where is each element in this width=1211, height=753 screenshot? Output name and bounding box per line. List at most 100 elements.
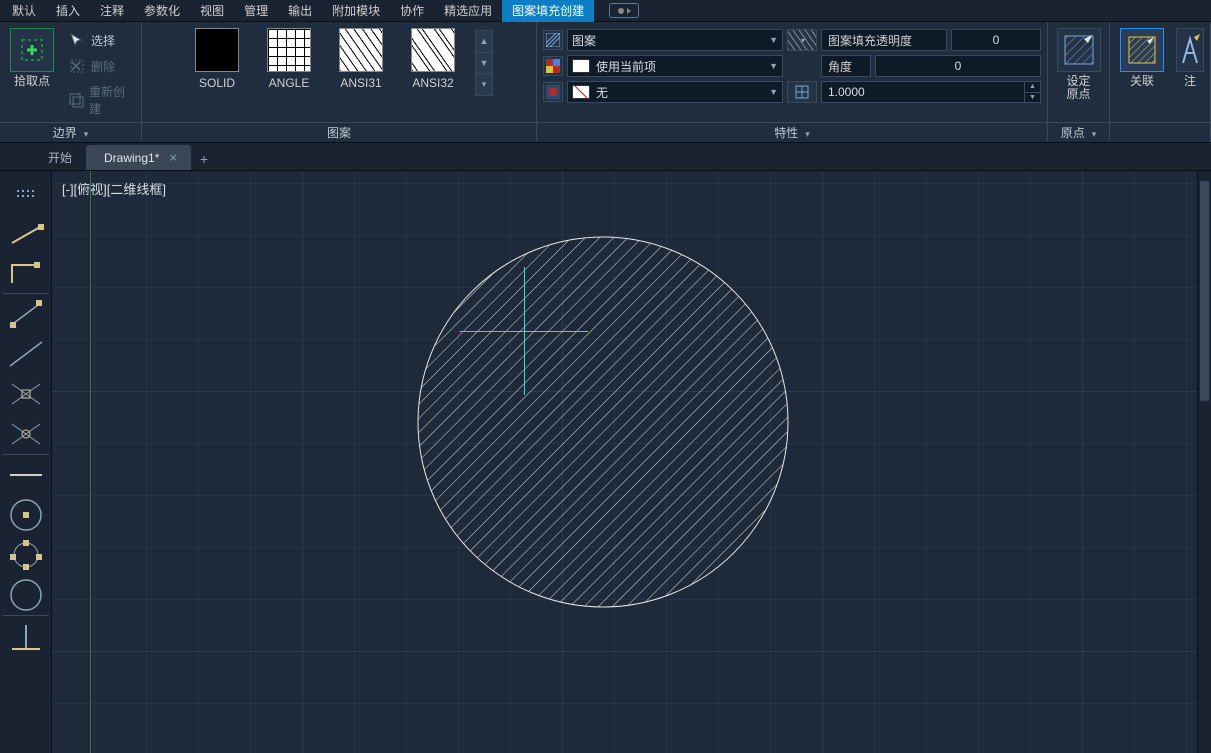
annotative-button[interactable]: 注 — [1172, 26, 1204, 90]
hatch-type-value: 图案 — [572, 32, 596, 49]
hatch-type-dropdown[interactable]: 图案▼ — [567, 29, 783, 51]
delete-icon — [68, 57, 86, 75]
drawing-canvas[interactable]: [-][俯视][二维线框] — [52, 171, 1211, 753]
hatched-circle[interactable] — [417, 236, 789, 608]
tab-drawing1-label: Drawing1* — [104, 151, 159, 165]
y-axis — [90, 171, 91, 753]
angle-text: 0 — [955, 59, 962, 73]
panel-origin-title: 原点 — [1061, 124, 1085, 141]
pick-points-label: 拾取点 — [14, 75, 50, 88]
palette-grip[interactable] — [2, 173, 50, 213]
angle-value[interactable]: 0 — [875, 55, 1041, 77]
swatch-ansi31-label: ANSI31 — [340, 76, 381, 90]
hatch-color-dropdown[interactable]: 使用当前项▼ — [567, 55, 783, 77]
palette-polygon[interactable] — [2, 535, 50, 575]
palette-line[interactable] — [2, 213, 50, 253]
scale-value[interactable]: 1.0000 ▲▼ — [821, 81, 1041, 103]
document-tabs: 开始 Drawing1* × + — [0, 143, 1211, 171]
palette-circle-center[interactable] — [2, 495, 50, 535]
properties-expand-icon[interactable] — [802, 126, 810, 140]
viewport-label[interactable]: [-][俯视][二维线框] — [62, 179, 166, 198]
palette-extend[interactable] — [2, 414, 50, 454]
set-origin-label: 设定 原点 — [1066, 75, 1090, 101]
tab-start-label: 开始 — [48, 149, 72, 166]
recreate-boundary-button[interactable]: 重新创建 — [62, 80, 135, 120]
tab-close-button[interactable]: × — [169, 150, 177, 165]
ribbon: 拾取点 选择 删除 重新创建 边界 — [0, 22, 1211, 143]
swatch-angle[interactable]: ANGLE — [255, 26, 323, 92]
annotative-label: 注 — [1184, 75, 1196, 88]
pattern-scroll-down[interactable]: ▼ — [476, 53, 492, 75]
menu-hatch-creation[interactable]: 图案填充创建 — [502, 0, 594, 22]
tab-drawing1[interactable]: Drawing1* × — [86, 145, 191, 170]
swatch-ansi32-label: ANSI32 — [412, 76, 453, 90]
palette-circle[interactable] — [2, 575, 50, 615]
scrollbar-thumb[interactable] — [1200, 181, 1209, 401]
boundary-expand-icon[interactable] — [81, 126, 89, 140]
delete-label: 删除 — [91, 58, 115, 75]
origin-expand-icon[interactable] — [1089, 126, 1097, 140]
workspace: [-][俯视][二维线框] — [0, 171, 1211, 753]
record-button[interactable] — [609, 3, 639, 18]
transparency-text: 0 — [993, 33, 1000, 47]
pick-points-button[interactable]: 拾取点 — [6, 26, 58, 90]
remove-boundary-button[interactable]: 删除 — [62, 54, 135, 78]
menu-featured[interactable]: 精选应用 — [434, 0, 502, 22]
transparency-label: 图案填充透明度 — [821, 29, 947, 51]
pattern-gallery-expand[interactable]: ▾ — [476, 74, 492, 95]
recreate-label: 重新创建 — [89, 83, 129, 117]
swatch-ansi32[interactable]: ANSI32 — [399, 26, 467, 92]
new-tab-button[interactable]: + — [191, 148, 217, 170]
panel-options: 关联 注 — [1110, 22, 1211, 142]
menu-default[interactable]: 默认 — [2, 0, 46, 22]
swatch-ansi32-preview — [411, 28, 455, 72]
hatch-type-icon — [543, 30, 563, 50]
swatch-ansi31[interactable]: ANSI31 — [327, 26, 395, 92]
panel-boundary-title: 边界 — [53, 124, 77, 141]
pattern-scroll-up[interactable]: ▲ — [476, 31, 492, 53]
menu-annotate[interactable]: 注释 — [90, 0, 134, 22]
hatch-pattern-picker[interactable] — [787, 29, 817, 51]
transparency-value[interactable]: 0 — [951, 29, 1041, 51]
hatch-bg-icon — [543, 82, 563, 102]
hatch-color-icon — [543, 56, 563, 76]
hatch-bg-value: 无 — [596, 84, 608, 101]
palette-trim[interactable] — [2, 374, 50, 414]
tab-start[interactable]: 开始 — [30, 145, 86, 170]
none-swatch-icon — [572, 85, 590, 99]
menu-manage[interactable]: 管理 — [234, 0, 278, 22]
tool-palette — [0, 171, 52, 753]
menu-view[interactable]: 视图 — [190, 0, 234, 22]
hatch-scale-icon — [787, 81, 817, 103]
associative-label: 关联 — [1130, 75, 1154, 88]
select-boundary-button[interactable]: 选择 — [62, 28, 135, 52]
panel-origin: 设定 原点 原点 — [1048, 22, 1110, 142]
palette-ray[interactable] — [2, 334, 50, 374]
set-origin-button[interactable]: 设定 原点 — [1053, 26, 1105, 103]
associative-button[interactable]: 关联 — [1116, 26, 1168, 90]
panel-pattern-title: 图案 — [327, 124, 351, 141]
palette-xline[interactable] — [2, 294, 50, 334]
swatch-solid[interactable]: SOLID — [183, 26, 251, 92]
menu-output[interactable]: 输出 — [278, 0, 322, 22]
scale-spinner[interactable]: ▲▼ — [1024, 82, 1040, 102]
menu-insert[interactable]: 插入 — [46, 0, 90, 22]
swatch-angle-preview — [267, 28, 311, 72]
angle-label: 角度 — [821, 55, 871, 77]
scale-text: 1.0000 — [828, 85, 865, 99]
hatch-color-value: 使用当前项 — [596, 58, 656, 75]
palette-arc[interactable] — [2, 616, 50, 656]
swatch-solid-preview — [195, 28, 239, 72]
palette-hline[interactable] — [2, 455, 50, 495]
menu-addins[interactable]: 附加模块 — [322, 0, 390, 22]
swatch-ansi31-preview — [339, 28, 383, 72]
pattern-scroll: ▲ ▼ ▾ — [475, 30, 493, 96]
palette-polyline[interactable] — [2, 253, 50, 293]
panel-properties-title: 特性 — [774, 124, 798, 141]
cursor-icon — [68, 31, 86, 49]
canvas-scrollbar-v[interactable] — [1197, 171, 1211, 753]
menu-parametric[interactable]: 参数化 — [134, 0, 190, 22]
panel-boundary: 拾取点 选择 删除 重新创建 边界 — [0, 22, 142, 142]
menu-collab[interactable]: 协作 — [390, 0, 434, 22]
hatch-bg-dropdown[interactable]: 无▼ — [567, 81, 783, 103]
